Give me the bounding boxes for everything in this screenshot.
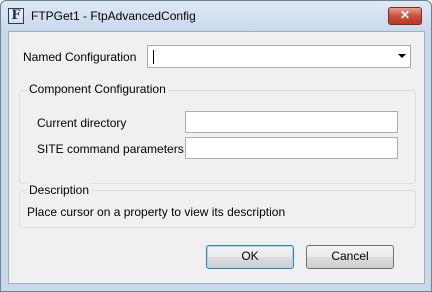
current-directory-input[interactable] — [185, 111, 398, 133]
description-text: Place cursor on a property to view its d… — [27, 205, 286, 219]
site-command-parameters-input[interactable] — [185, 137, 398, 159]
window-title: FTPGet1 - FtpAdvancedConfig — [31, 9, 196, 23]
dialog-window: F FTPGet1 - FtpAdvancedConfig ✕ Named Co… — [0, 0, 432, 292]
cancel-button[interactable]: Cancel — [306, 245, 394, 269]
close-icon: ✕ — [399, 8, 411, 22]
dialog-content: Named Configuration Component Configurat… — [8, 31, 425, 284]
chevron-down-icon[interactable] — [398, 54, 406, 58]
named-configuration-combobox[interactable] — [147, 45, 411, 68]
component-configuration-title: Component Configuration — [27, 82, 168, 96]
ok-button[interactable]: OK — [206, 245, 294, 269]
app-icon: F — [8, 8, 24, 24]
text-cursor — [153, 50, 154, 64]
site-command-parameters-label: SITE command parameters — [37, 142, 184, 156]
close-button[interactable]: ✕ — [388, 7, 422, 25]
description-title: Description — [27, 183, 92, 197]
title-bar[interactable]: F FTPGet1 - FtpAdvancedConfig ✕ — [1, 1, 431, 31]
current-directory-label: Current directory — [37, 116, 127, 130]
named-configuration-label: Named Configuration — [23, 50, 137, 64]
